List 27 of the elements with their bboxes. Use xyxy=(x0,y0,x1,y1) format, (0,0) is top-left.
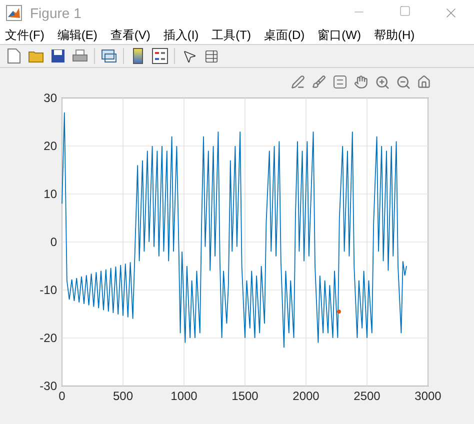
y-tick-label: -30 xyxy=(40,379,57,393)
y-tick-label: -20 xyxy=(40,331,57,345)
window-title: Figure 1 xyxy=(30,4,82,23)
menu-item[interactable]: 工具(T) xyxy=(212,29,251,41)
maximize-icon[interactable] xyxy=(399,5,411,17)
y-tick-label: 10 xyxy=(44,187,57,201)
menu-item[interactable]: 帮助(H) xyxy=(374,29,415,41)
y-tick-label: 30 xyxy=(44,91,57,105)
y-tick-label: 0 xyxy=(50,235,57,249)
menu-item[interactable]: 插入(I) xyxy=(163,29,199,41)
menu-item[interactable]: 编辑(E) xyxy=(57,29,98,41)
data-point-marker xyxy=(336,310,341,314)
x-tick-label: 2000 xyxy=(292,389,320,403)
menu-item[interactable]: 文件(F) xyxy=(5,29,44,41)
menu-item[interactable]: 桌面(D) xyxy=(264,29,305,41)
app-logo-icon xyxy=(6,5,22,21)
x-tick-label: 1500 xyxy=(232,389,258,403)
x-tick-label: 500 xyxy=(112,389,134,403)
menu-item[interactable]: 查看(V) xyxy=(110,29,150,41)
x-tick-label: 3000 xyxy=(414,389,442,403)
x-tick-label: 2500 xyxy=(354,389,380,403)
x-tick-label: 0 xyxy=(58,389,66,403)
legend-icon[interactable] xyxy=(150,46,170,66)
y-tick-label: -10 xyxy=(40,283,57,297)
x-tick-label: 1000 xyxy=(170,389,198,403)
menu-item[interactable]: 窗口(W) xyxy=(318,29,361,41)
y-tick-label: 20 xyxy=(44,139,57,153)
